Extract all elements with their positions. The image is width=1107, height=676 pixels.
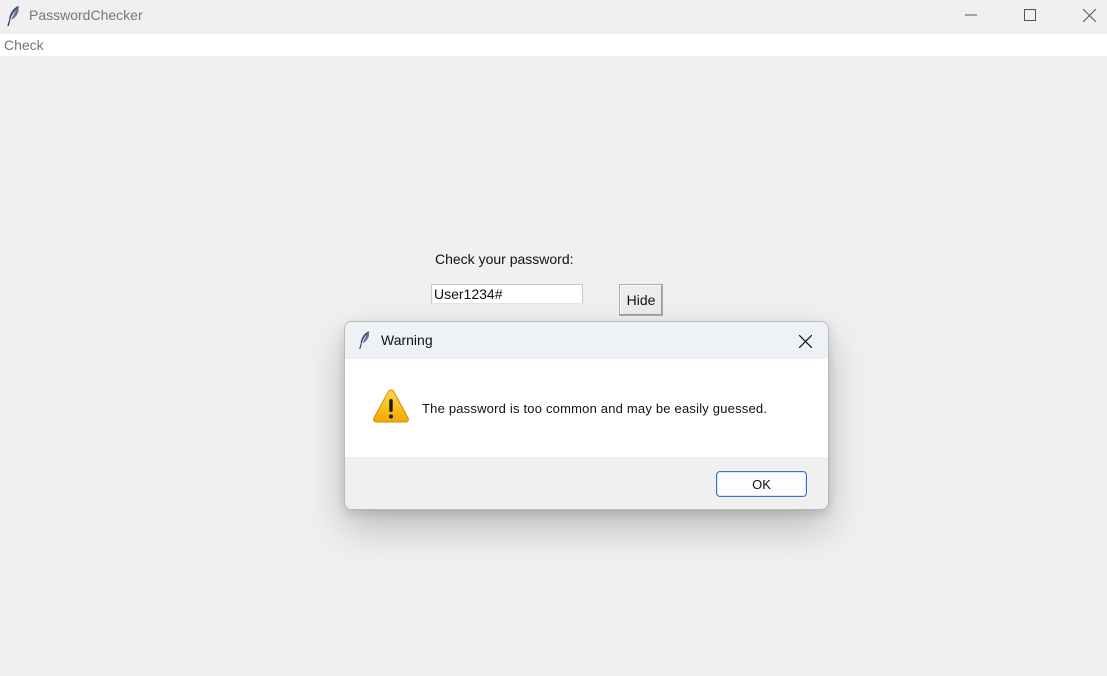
close-icon [1082,8,1096,22]
dialog-close-button[interactable] [788,326,822,356]
password-input[interactable] [431,284,583,304]
title-bar: PasswordChecker [0,0,1107,33]
menu-item-check[interactable]: Check [3,37,45,53]
close-icon [798,334,812,348]
dialog-title-bar: Warning [345,322,828,359]
password-prompt-label: Check your password: [435,251,574,267]
dialog-body: The password is too common and may be ea… [345,359,828,457]
warning-icon [373,389,409,423]
dialog-title: Warning [381,332,433,348]
maximize-icon [1024,9,1036,21]
dialog-footer: OK [345,457,828,509]
minimize-icon [965,14,977,16]
dialog-message: The password is too common and may be ea… [422,401,768,416]
hide-button[interactable]: Hide [619,284,663,316]
warning-dialog: Warning The password is too common and m… [344,321,829,510]
feather-icon [359,331,370,349]
minimize-button[interactable] [948,0,994,30]
maximize-button[interactable] [1007,0,1053,30]
ok-button[interactable]: OK [716,471,807,497]
close-button[interactable] [1066,0,1107,30]
window-title: PasswordChecker [29,7,143,23]
menu-bar: Check [0,34,1107,56]
feather-icon [7,6,19,27]
